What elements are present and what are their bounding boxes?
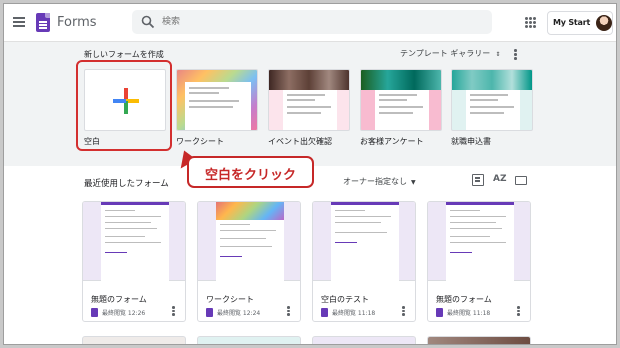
template-gallery-label: テンプレート ギャラリー (400, 49, 491, 58)
form-meta: 最終閲覧 12:26 (91, 308, 145, 317)
form-thumbnail (198, 202, 300, 281)
menu-icon[interactable] (13, 17, 25, 27)
account-button[interactable]: My Start (547, 11, 613, 35)
avatar (596, 15, 612, 31)
template-label: 就職申込書 (451, 137, 491, 146)
template-thumbnail (360, 69, 442, 131)
template-customer-survey[interactable]: お客様アンケート (360, 69, 442, 147)
more-vert-icon[interactable] (517, 306, 520, 317)
blank-highlight (76, 60, 172, 151)
owner-filter-label: オーナー指定なし (343, 177, 407, 186)
template-thumbnail (451, 69, 533, 131)
recent-form-card[interactable]: 無題のフォーム 最終閲覧 11:18 (427, 201, 531, 322)
recent-form-card[interactable] (197, 336, 301, 344)
form-title: 無題のフォーム (91, 295, 147, 304)
list-view-icon[interactable] (472, 174, 484, 186)
app-frame: Forms My Start 新しいフォームを作成 テンプレート ギャラリー ⇕ (3, 3, 617, 345)
recent-form-card[interactable]: 無題のフォーム 最終閲覧 12:26 (82, 201, 186, 322)
forms-file-icon (436, 308, 443, 317)
more-vert-icon[interactable] (287, 306, 290, 317)
forms-logo-icon[interactable] (36, 13, 50, 32)
owner-filter-dropdown[interactable]: オーナー指定なし ▼ (343, 176, 416, 187)
more-vert-icon[interactable] (514, 49, 517, 60)
recent-form-card[interactable] (427, 336, 531, 344)
apps-icon[interactable] (525, 17, 536, 28)
mystart-logo: My Start (553, 18, 591, 27)
more-vert-icon[interactable] (172, 306, 175, 317)
unfold-icon: ⇕ (495, 51, 501, 58)
template-thumbnail (268, 69, 350, 131)
app-title[interactable]: Forms (57, 15, 97, 30)
template-gallery-button[interactable]: テンプレート ギャラリー ⇕ (400, 48, 500, 59)
form-meta: 最終閲覧 12:24 (206, 308, 260, 317)
form-thumbnail (313, 202, 415, 281)
template-label: お客様アンケート (360, 137, 424, 146)
forms-file-icon (321, 308, 328, 317)
sort-az-icon[interactable]: AZ (493, 174, 507, 186)
template-thumbnail (176, 69, 258, 131)
template-label: ワークシート (176, 137, 224, 146)
instruction-callout: 空白をクリック (187, 156, 314, 188)
top-bar: Forms My Start (4, 4, 616, 42)
forms-file-icon (91, 308, 98, 317)
more-vert-icon[interactable] (402, 306, 405, 317)
template-worksheet[interactable]: ワークシート (176, 69, 258, 147)
dropdown-arrow-icon: ▼ (411, 179, 416, 186)
recent-forms-title: 最近使用したフォーム (84, 179, 169, 189)
recent-form-card[interactable] (82, 336, 186, 344)
folder-icon[interactable] (515, 176, 527, 185)
form-meta: 最終閲覧 11:18 (436, 308, 490, 317)
template-event-rsvp[interactable]: イベント出欠確認 (268, 69, 350, 147)
recent-form-card[interactable]: ワークシート 最終閲覧 12:24 (197, 201, 301, 322)
search-icon (141, 15, 155, 29)
callout-text: 空白をクリック (204, 168, 296, 183)
forms-file-icon (206, 308, 213, 317)
search-box[interactable] (132, 10, 492, 34)
form-title: ワークシート (206, 295, 254, 304)
form-title: 空白のテスト (321, 295, 369, 304)
template-job-application[interactable]: 就職申込書 (451, 69, 533, 147)
gallery-title: 新しいフォームを作成 (84, 50, 164, 59)
recent-form-card[interactable] (312, 336, 416, 344)
recent-form-card[interactable]: 空白のテスト 最終閲覧 11:18 (312, 201, 416, 322)
form-meta: 最終閲覧 11:18 (321, 308, 375, 317)
form-thumbnail (428, 202, 530, 281)
form-title: 無題のフォーム (436, 295, 492, 304)
template-label: イベント出欠確認 (268, 137, 332, 146)
search-input[interactable] (162, 14, 482, 30)
form-thumbnail (83, 202, 185, 281)
